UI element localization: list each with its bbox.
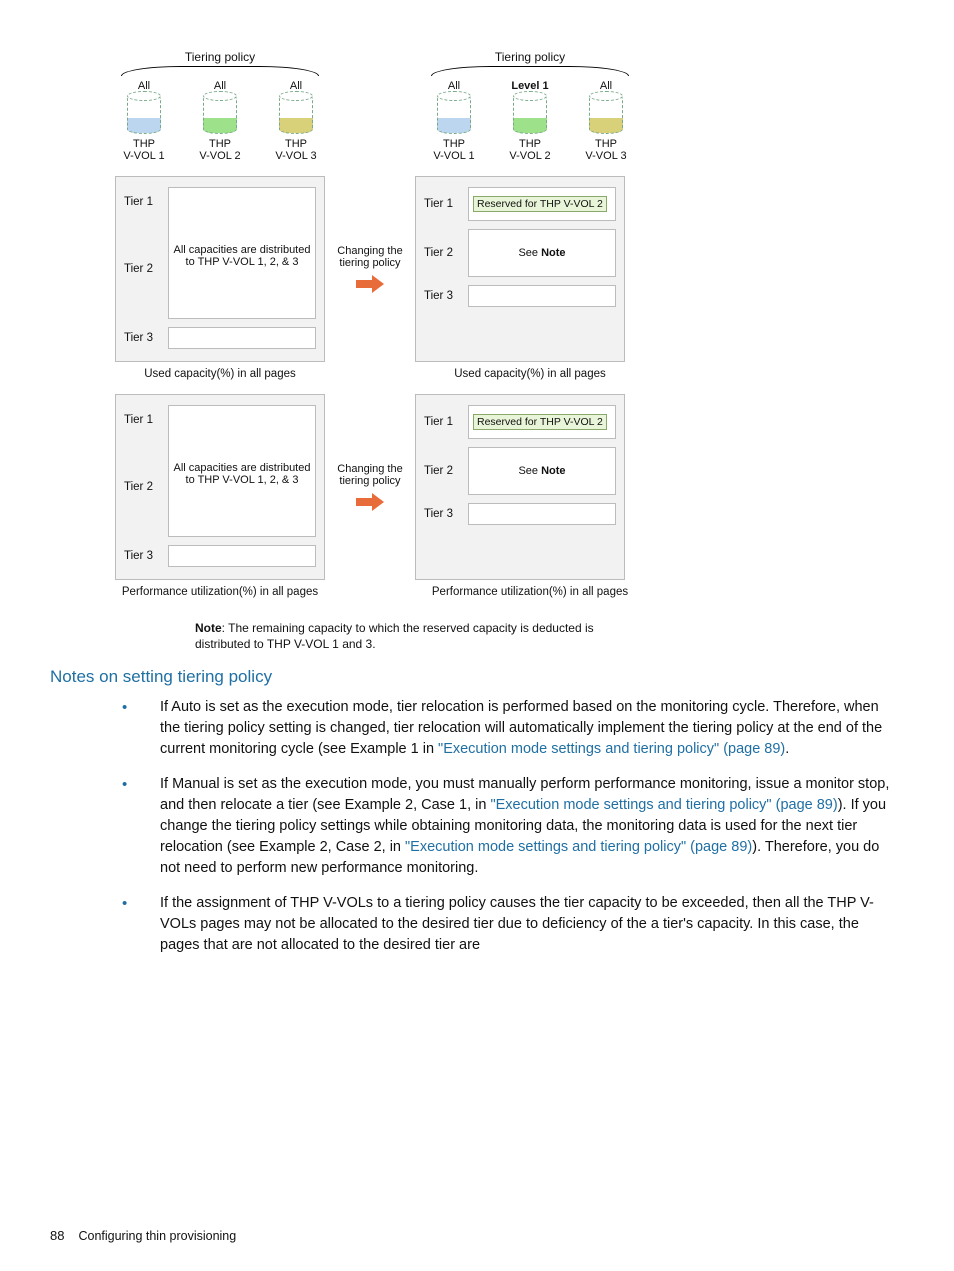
distributed-text: All capacities are distributed to THP V-… [168, 435, 316, 513]
list-item: If the assignment of THP V-VOLs to a tie… [160, 893, 894, 956]
tierbox-left-2: Tier 1 All capacities are distributed to… [115, 394, 325, 580]
diagram-note: Note: The remaining capacity to which th… [195, 620, 635, 652]
vol-right-2: Level 1 THP V-VOL 2 [501, 80, 559, 162]
caption-right-2: Performance utilization(%) in all pages [425, 586, 635, 598]
tiering-policy-diagram: Tiering policy All THP V-VOL 1 All THP V… [115, 50, 635, 653]
changing-text: Changing the tiering policy [325, 245, 415, 269]
page-number: 88 [50, 1228, 64, 1243]
policy-title-right: Tiering policy [425, 50, 635, 64]
caption-left-2: Performance utilization(%) in all pages [115, 586, 325, 598]
vol-right-3: All THP V-VOL 3 [577, 80, 635, 162]
vol-left-3: All THP V-VOL 3 [267, 80, 325, 162]
tierbox-left-1: Tier 1 All capacities are distributed to… [115, 176, 325, 362]
see-note-text: See Note [518, 247, 565, 260]
cylinder-icon [203, 94, 237, 134]
between-2: Changing the tiering policy [325, 394, 415, 580]
cylinder-icon [589, 94, 623, 134]
link-exec-mode-3[interactable]: "Execution mode settings and tiering pol… [405, 839, 752, 855]
reserved-badge: Reserved for THP V-VOL 2 [473, 196, 607, 212]
see-note-text: See Note [518, 465, 565, 478]
reserved-badge: Reserved for THP V-VOL 2 [473, 414, 607, 430]
tierbox-right-1: Tier 1 Reserved for THP V-VOL 2 Tier 2 S… [415, 176, 625, 362]
link-exec-mode-2[interactable]: "Execution mode settings and tiering pol… [490, 797, 837, 813]
notes-list: If Auto is set as the execution mode, ti… [160, 697, 894, 956]
cylinder-icon [513, 94, 547, 134]
right-policy-group: Tiering policy All THP V-VOL 1 Level 1 T… [425, 50, 635, 162]
vol-right-1: All THP V-VOL 1 [425, 80, 483, 162]
arrow-right-icon [356, 493, 384, 511]
link-exec-mode-1[interactable]: "Execution mode settings and tiering pol… [438, 741, 785, 757]
list-item: If Manual is set as the execution mode, … [160, 774, 894, 879]
list-item: If Auto is set as the execution mode, ti… [160, 697, 894, 760]
bracket-icon [121, 66, 319, 76]
cylinder-icon [127, 94, 161, 134]
section-heading: Notes on setting tiering policy [50, 667, 904, 687]
caption-left-1: Used capacity(%) in all pages [115, 368, 325, 380]
chapter-title: Configuring thin provisioning [78, 1229, 236, 1243]
cylinder-icon [437, 94, 471, 134]
arrow-right-icon [356, 275, 384, 293]
between-1: Changing the tiering policy [325, 176, 415, 362]
policy-title-left: Tiering policy [115, 50, 325, 64]
cylinder-icon [279, 94, 313, 134]
bracket-icon [431, 66, 629, 76]
left-policy-group: Tiering policy All THP V-VOL 1 All THP V… [115, 50, 325, 162]
page-footer: 88 Configuring thin provisioning [50, 1228, 236, 1243]
distributed-text: All capacities are distributed to THP V-… [168, 217, 316, 295]
tierbox-right-2: Tier 1 Reserved for THP V-VOL 2 Tier 2 S… [415, 394, 625, 580]
caption-right-1: Used capacity(%) in all pages [425, 368, 635, 380]
changing-text: Changing the tiering policy [325, 463, 415, 487]
vol-left-2: All THP V-VOL 2 [191, 80, 249, 162]
vol-left-1: All THP V-VOL 1 [115, 80, 173, 162]
